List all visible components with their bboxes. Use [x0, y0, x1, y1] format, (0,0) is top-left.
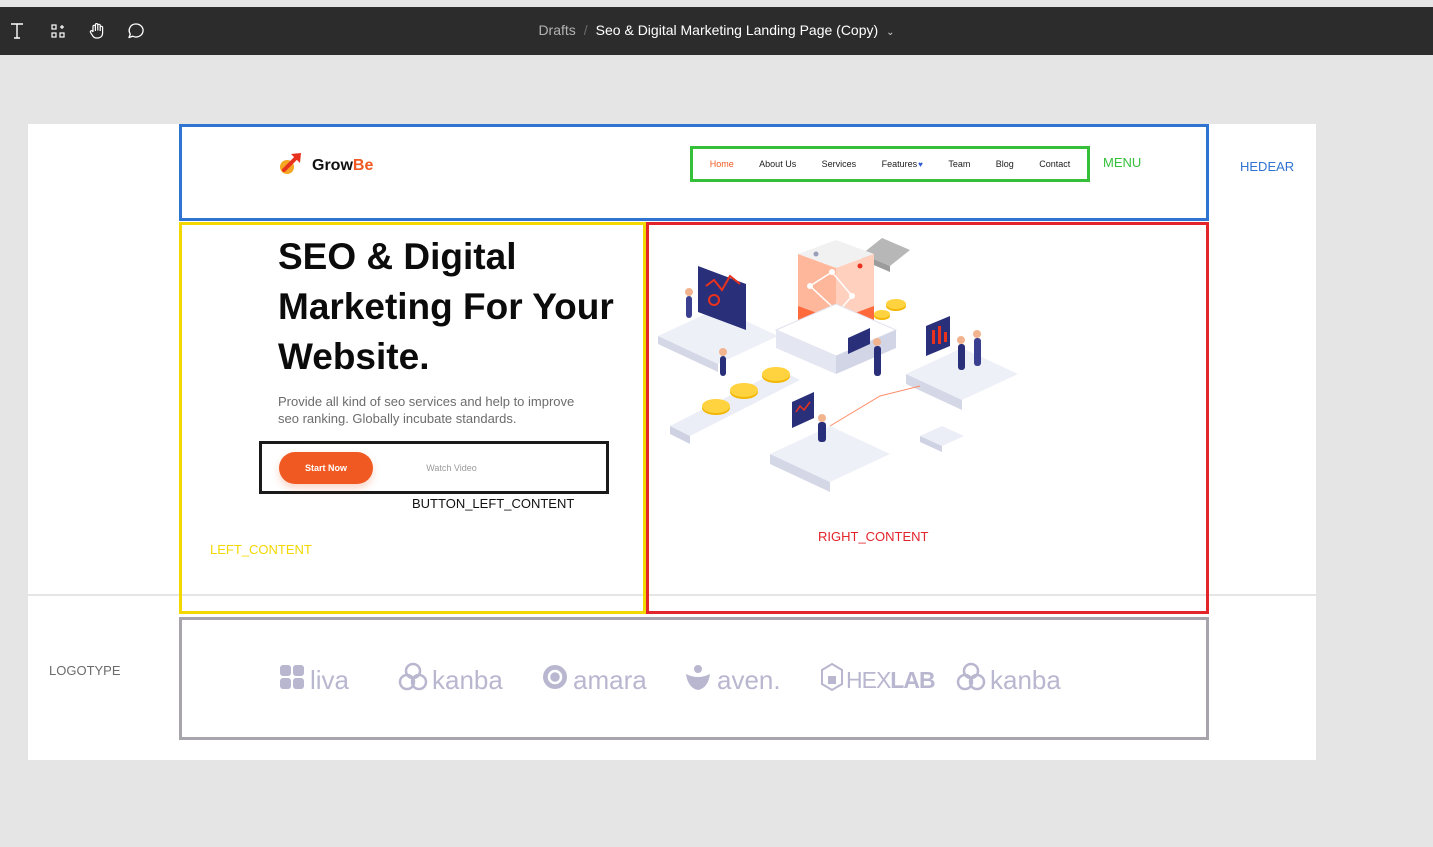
- aven-icon: [683, 662, 713, 699]
- breadcrumb: Drafts / Seo & Digital Marketing Landing P…: [0, 22, 1433, 38]
- logo-text: GrowBe: [312, 157, 373, 175]
- brand-kanba-2: kanba: [956, 655, 1061, 705]
- brand-aven: aven.: [683, 655, 781, 705]
- rocket-arrow-icon: [278, 150, 304, 181]
- brand-liva: liva: [278, 655, 349, 705]
- menu-item-about-us[interactable]: About Us: [759, 159, 796, 169]
- header-annotation-label: HEDEAR: [1240, 159, 1295, 174]
- menu-item-features-label: Features: [881, 159, 918, 169]
- hero-headline: SEO & Digital Marketing For Your Website…: [278, 232, 638, 382]
- button-left-content-annotation-label: BUTTON_LEFT_CONTENT: [412, 496, 575, 511]
- menu-annotation-label: MENU: [1103, 155, 1142, 170]
- brand-amara-text: amara: [573, 664, 647, 695]
- logo-text-main: Grow: [312, 156, 353, 174]
- kanba-icon: [398, 662, 428, 699]
- brand-liva-text: liva: [310, 664, 350, 695]
- left-content-annotation-label: LEFT_CONTENT: [210, 542, 312, 557]
- growbe-logo[interactable]: GrowBe: [278, 150, 373, 181]
- brand-lab-text: LAB: [890, 666, 935, 693]
- hero-headline-line-1: SEO & Digital: [278, 236, 517, 277]
- hero-illustration: [650, 226, 1030, 496]
- menu-item-blog[interactable]: Blog: [996, 159, 1014, 169]
- menu-item-team[interactable]: Team: [948, 159, 970, 169]
- brand-aven-text: aven.: [717, 664, 781, 695]
- top-toolbar: Drafts / Seo & Digital Marketing Landing P…: [0, 7, 1433, 55]
- breadcrumb-separator: /: [583, 22, 588, 38]
- heart-icon: ♥: [918, 160, 923, 169]
- brand-kanba-2-text: kanba: [990, 664, 1061, 695]
- logo-text-accent: Be: [352, 156, 374, 174]
- hero-headline-line-3: Website.: [278, 336, 430, 377]
- main-menu: Home About Us Services Features♥ Team Bl…: [691, 147, 1089, 181]
- liva-icon: [278, 663, 306, 698]
- chevron-down-icon[interactable]: ⌄: [886, 27, 894, 38]
- breadcrumb-drafts[interactable]: Drafts: [538, 22, 575, 38]
- hero-subtext: Provide all kind of seo services and hel…: [278, 393, 608, 427]
- watch-video-button[interactable]: Watch Video: [404, 458, 499, 478]
- brand-kanba-1: kanba: [398, 655, 503, 705]
- brand-amara: amara: [541, 655, 647, 705]
- hero-headline-line-2: Marketing For Your: [278, 286, 614, 327]
- menu-item-contact[interactable]: Contact: [1039, 159, 1070, 169]
- hero-subtext-line-2: seo ranking. Globally incubate standards…: [278, 411, 517, 426]
- brand-hexlab: HEXLAB: [820, 655, 936, 705]
- menu-item-home[interactable]: Home: [710, 159, 734, 169]
- brand-hex-text: HEX: [846, 666, 891, 693]
- menu-item-services[interactable]: Services: [822, 159, 857, 169]
- kanba-icon: [956, 662, 986, 699]
- hexlab-icon: [820, 662, 844, 699]
- file-name[interactable]: Seo & Digital Marketing Landing Page (Co…: [596, 22, 879, 38]
- brand-kanba-1-text: kanba: [432, 664, 503, 695]
- brand-logos: liva kanba amara aven. HEXLAB kanba: [278, 655, 1078, 705]
- menu-item-features[interactable]: Features♥: [882, 159, 923, 169]
- amara-icon: [541, 663, 569, 698]
- logotype-annotation-label: LOGOTYPE: [49, 663, 121, 678]
- start-now-button[interactable]: Start Now: [279, 452, 373, 484]
- hero-subtext-line-1: Provide all kind of seo services and hel…: [278, 394, 575, 409]
- brand-hexlab-text: HEXLAB: [846, 666, 936, 694]
- right-content-annotation-label: RIGHT_CONTENT: [818, 529, 929, 544]
